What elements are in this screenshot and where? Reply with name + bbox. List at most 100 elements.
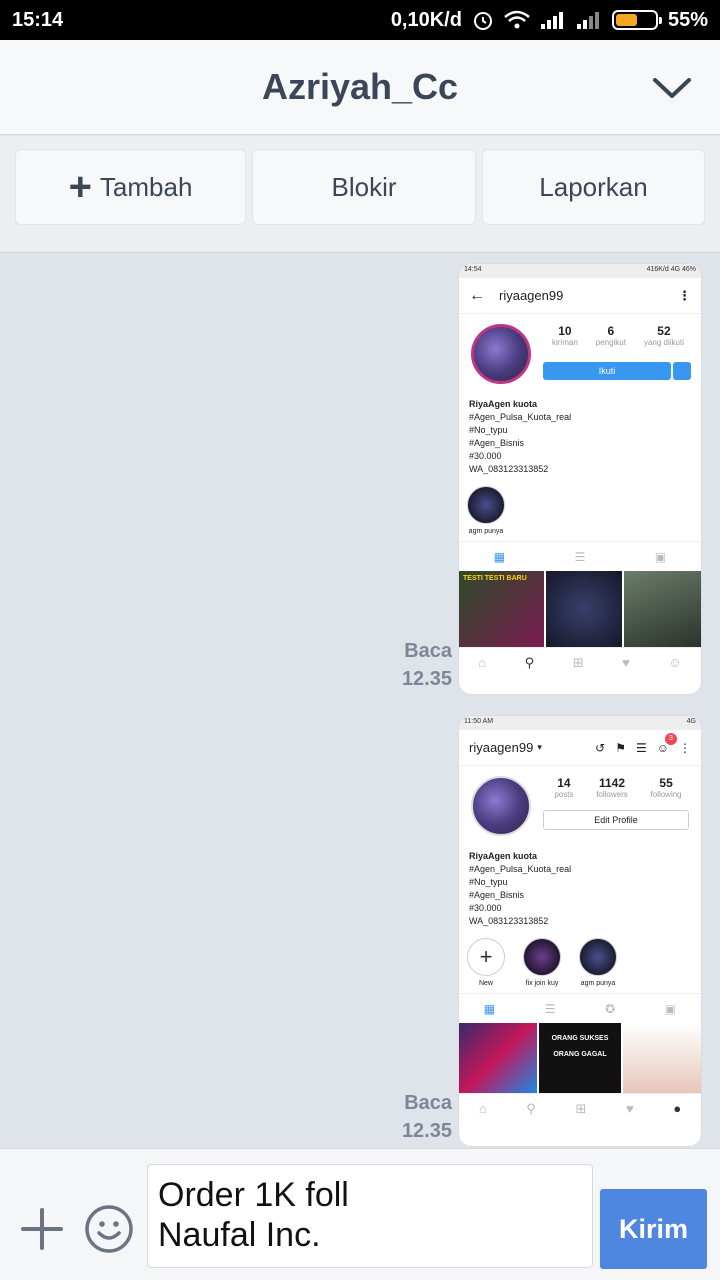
stat-num: 14 (557, 776, 571, 790)
home-icon: ⌂ (478, 1101, 487, 1116)
chat-area[interactable]: Baca 12.35 14:54 416K/d 4G 46% ← riyaage… (0, 254, 720, 1148)
bio-line: #Agen_Pulsa_Kuota_real (469, 412, 572, 422)
read-receipt: Baca 12.35 (370, 637, 452, 693)
grid-image: TESTI TESTI BARU (459, 571, 544, 647)
stat-num: 52 (657, 324, 671, 338)
saved-tab-icon: ✪ (605, 1001, 616, 1016)
image-message[interactable]: 11:50 AM 4G riyaagen99 ▾ ↺ ⚑ ☰ ☺ 3 ⋮ 14 po… (459, 716, 701, 1146)
bio-line: #Agen_Bisnis (469, 890, 525, 900)
heart-icon: ♥ (622, 655, 630, 670)
block-label: Blokir (331, 171, 397, 202)
read-status: Baca (404, 1092, 452, 1114)
emoji-icon[interactable] (84, 1204, 134, 1254)
more-icon: ⋮ (678, 287, 691, 303)
tagged-tab-icon: ▣ (664, 1001, 677, 1016)
stat-label: posts (554, 790, 574, 799)
highlight-label: agm punya (468, 528, 504, 535)
battery-percent: 55% (667, 8, 708, 31)
report-button[interactable]: Laporkan (482, 149, 705, 225)
stat-label: pengikut (595, 338, 626, 347)
plus-icon: + (467, 938, 505, 976)
bio-line: #Agen_Bisnis (469, 438, 525, 448)
message-time: 12.35 (401, 1120, 452, 1142)
add-friend-button[interactable]: + Tambah (15, 149, 246, 225)
bio-name: RiyaAgen kuota (469, 399, 538, 409)
add-post-icon: ⊞ (575, 1100, 587, 1116)
stat-label: followers (596, 790, 628, 799)
stat-num: 6 (607, 324, 615, 338)
notification-badge: 3 (665, 732, 677, 745)
search-icon: ⚲ (526, 1100, 536, 1116)
contact-name: Azriyah_Cc (261, 66, 459, 107)
highlight: agm punya (579, 938, 617, 987)
mini-bio: RiyaAgen kuota #Agen_Pulsa_Kuota_real #N… (459, 394, 701, 480)
stat-num: 1142 (598, 776, 626, 790)
grid-image: ORANG SUKSES ORANG GAGAL (539, 1023, 621, 1093)
avatar (471, 324, 531, 384)
stat-label: yang diikuti (643, 338, 684, 347)
highlight: + New (467, 938, 505, 987)
alarm-icon (473, 12, 492, 30)
signal-icon (540, 12, 563, 29)
report-label: Laporkan (539, 171, 648, 202)
highlight-label: agm punya (580, 980, 616, 987)
bio-line: #30.000 (469, 903, 502, 913)
network-speed: 0,10K/d (390, 8, 462, 31)
edit-profile-label: Edit Profile (543, 810, 689, 830)
read-receipt: Baca 12.35 (370, 1089, 452, 1145)
stat-num: 10 (558, 324, 572, 338)
grid-image (459, 1023, 537, 1093)
message-input[interactable]: Order 1K foll Naufal Inc. (147, 1164, 593, 1268)
bio-line: #No_typu (469, 877, 508, 887)
plus-icon[interactable] (20, 1207, 64, 1251)
mini-status-time: 14:54 (464, 266, 482, 273)
mini-username: riyaagen99 (499, 288, 564, 303)
stat-label: following (650, 790, 682, 799)
signal-2-icon (576, 12, 599, 29)
grid-text: ORANG GAGAL (553, 1051, 607, 1058)
follow-label: Ikuti (543, 362, 671, 380)
highlight-label: New (478, 980, 493, 987)
mini-status-right: 416K/d 4G 46% (646, 266, 696, 273)
heart-icon: ♥ (625, 1101, 634, 1116)
read-status: Baca (404, 640, 452, 662)
composer-bar: Order 1K foll Naufal Inc. Kirim (0, 1148, 720, 1280)
grid-text: ORANG SUKSES (551, 1035, 609, 1042)
image-message[interactable]: 14:54 416K/d 4G 46% ← riyaagen99 ⋮ 10 kir… (459, 264, 701, 694)
action-bar: + Tambah Blokir Laporkan (0, 136, 720, 253)
bio-line: #Agen_Pulsa_Kuota_real (469, 864, 572, 874)
wifi-icon (504, 10, 530, 29)
chat-header: Azriyah_Cc (0, 40, 720, 135)
grid-image (623, 1023, 701, 1093)
status-bar: 15:14 0,10K/d 55% (0, 0, 720, 40)
grid-image (545, 571, 623, 647)
message-time: 12.35 (401, 668, 452, 690)
chevron-down-icon[interactable] (652, 70, 692, 106)
send-button[interactable]: Kirim (600, 1189, 707, 1269)
profile-icon: ☺ (668, 655, 682, 670)
history-icon: ↺ (595, 740, 606, 755)
grid-tab-icon: ▦ (483, 1001, 496, 1016)
block-button[interactable]: Blokir (252, 149, 476, 225)
bio-name: RiyaAgen kuota (469, 851, 538, 861)
highlight-label: fix join kuy (525, 980, 559, 987)
caret-down-icon: ▾ (537, 742, 542, 752)
more-icon: ⋮ (679, 740, 691, 755)
highlight: fix join kuy (523, 938, 561, 987)
mini-status-time: 11:50 AM (464, 718, 494, 725)
mini-bio: RiyaAgen kuota #Agen_Pulsa_Kuota_real #N… (459, 846, 701, 932)
home-icon: ⌂ (478, 655, 487, 670)
plus-icon: + (68, 165, 92, 209)
bio-line: #No_typu (469, 425, 508, 435)
add-friend-label: Tambah (99, 171, 193, 202)
search-icon: ⚲ (524, 654, 535, 670)
tagged-tab-icon: ▣ (654, 549, 667, 564)
highlight: agm punya (467, 486, 505, 535)
stat-num: 55 (659, 776, 673, 790)
list-tab-icon: ☰ (574, 549, 586, 564)
mini-status-right: 4G (686, 718, 696, 725)
status-time: 15:14 (12, 8, 64, 31)
bio-line: #30.000 (469, 451, 502, 461)
grid-tab-icon: ▦ (493, 549, 506, 564)
back-arrow-icon: ← (469, 286, 485, 304)
